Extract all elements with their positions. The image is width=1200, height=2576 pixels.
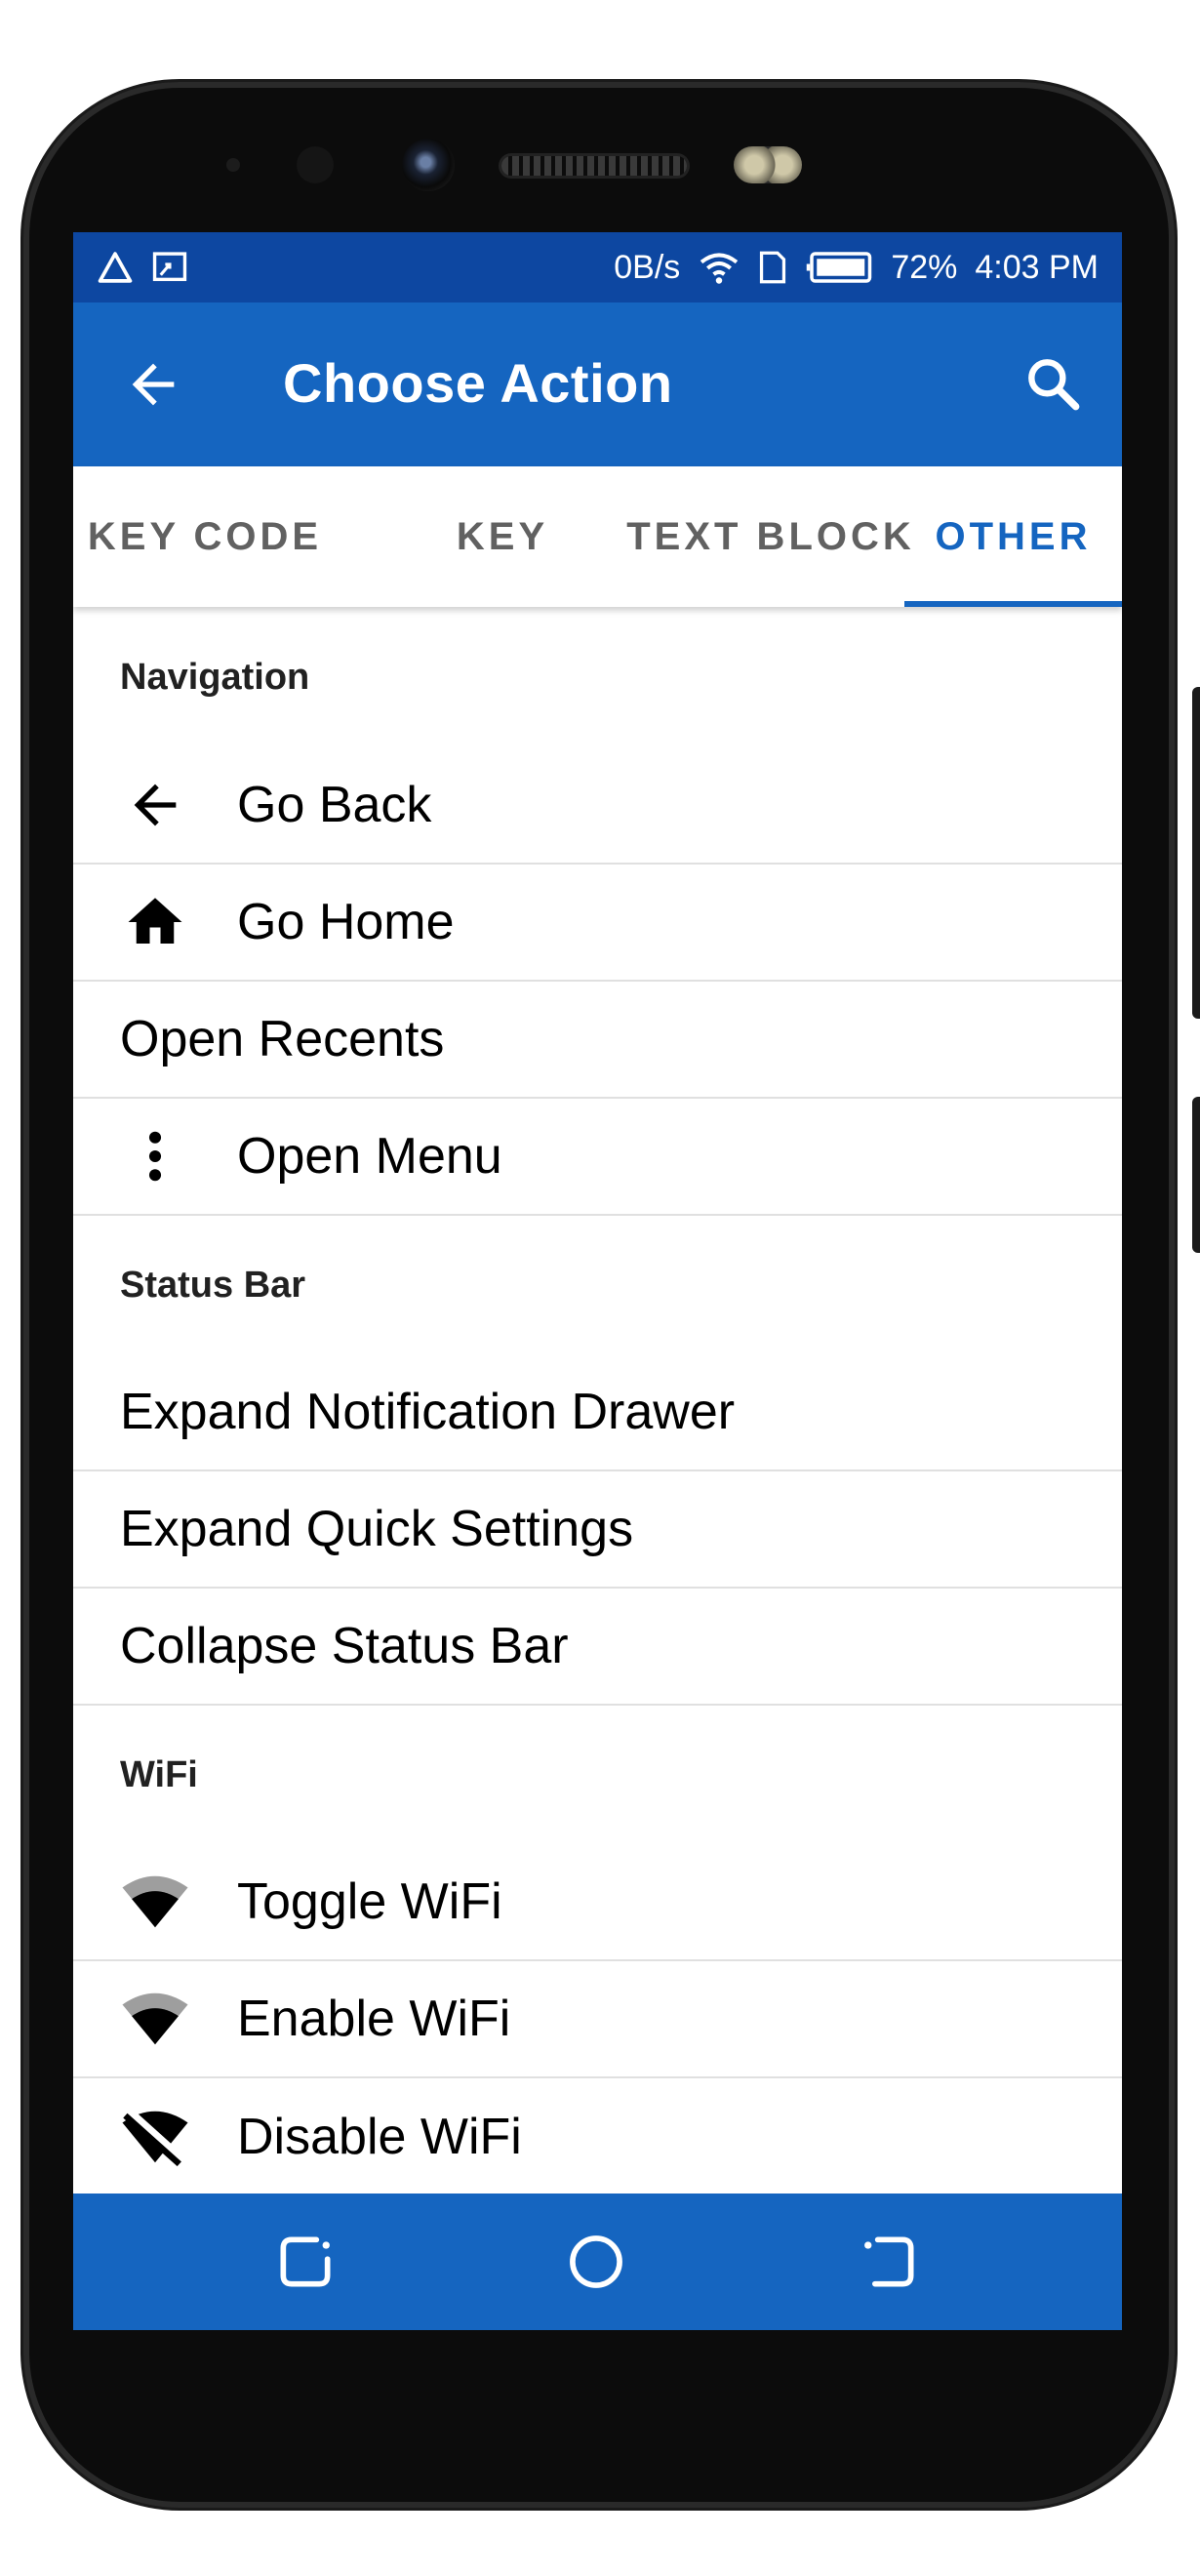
list-item-label: Collapse Status Bar xyxy=(120,1618,569,1674)
wifi-signal-icon xyxy=(700,253,739,284)
light-sensor xyxy=(297,146,334,183)
wifi-icon xyxy=(120,1867,190,1937)
search-icon[interactable] xyxy=(1022,353,1085,416)
list-item-label: Open Menu xyxy=(237,1128,502,1185)
list-item-open-recents[interactable]: Open Recents xyxy=(73,982,1122,1099)
earpiece-speaker xyxy=(501,156,687,176)
list-item-label: Go Back xyxy=(237,777,432,833)
list-item-disable-wifi[interactable]: Disable WiFi xyxy=(73,2078,1122,2195)
cast-icon xyxy=(152,252,187,282)
front-flash xyxy=(734,146,802,183)
tab-key[interactable]: KEY xyxy=(366,466,639,607)
list-item-label: Toggle WiFi xyxy=(237,1873,502,1930)
recents-nav-icon[interactable] xyxy=(272,2229,339,2295)
home-nav-icon[interactable] xyxy=(563,2229,629,2295)
battery-level: 72% xyxy=(891,248,958,286)
arrow-back-icon xyxy=(120,770,190,840)
list-item-label: Go Home xyxy=(237,894,455,950)
warning-outline-icon xyxy=(98,252,133,283)
list-item-expand-notification-drawer[interactable]: Expand Notification Drawer xyxy=(73,1354,1122,1471)
volume-button xyxy=(1192,687,1200,1019)
list-item-go-home[interactable]: Go Home xyxy=(73,865,1122,982)
network-speed: 0B/s xyxy=(614,248,681,286)
list-item-expand-quick-settings[interactable]: Expand Quick Settings xyxy=(73,1471,1122,1589)
section-header-navigation: Navigation xyxy=(120,656,310,698)
action-list: Navigation Go Back Go Home Open Recents … xyxy=(73,607,1122,2195)
list-item-label: Disable WiFi xyxy=(237,2109,522,2165)
tab-bar: KEY CODE KEY TEXT BLOCK OTHER xyxy=(73,466,1122,607)
wifi-icon xyxy=(120,1984,190,2054)
home-icon xyxy=(120,887,190,957)
wifi-off-icon xyxy=(120,2102,190,2172)
back-nav-icon[interactable] xyxy=(856,2229,922,2295)
power-button xyxy=(1192,1097,1200,1253)
front-camera xyxy=(402,139,455,191)
device-screen: 0B/s 72% 4:03 PM Choose Action KEY CODE … xyxy=(73,232,1122,2330)
tab-text-block[interactable]: TEXT BLOCK xyxy=(620,466,922,607)
page-title: Choose Action xyxy=(283,352,673,414)
status-bar: 0B/s 72% 4:03 PM xyxy=(73,232,1122,302)
tab-key-code[interactable]: KEY CODE xyxy=(73,466,337,607)
list-item-collapse-status-bar[interactable]: Collapse Status Bar xyxy=(73,1589,1122,1706)
back-arrow-icon[interactable] xyxy=(122,353,184,416)
list-item-enable-wifi[interactable]: Enable WiFi xyxy=(73,1961,1122,2078)
list-item-label: Expand Quick Settings xyxy=(120,1501,634,1557)
list-item-toggle-wifi[interactable]: Toggle WiFi xyxy=(73,1844,1122,1961)
section-header-wifi: WiFi xyxy=(120,1753,198,1795)
list-item-label: Enable WiFi xyxy=(237,1991,511,2047)
list-item-label: Open Recents xyxy=(120,1011,445,1067)
more-vert-icon xyxy=(120,1121,190,1191)
system-nav-bar xyxy=(73,2194,1122,2330)
sim-card-icon xyxy=(760,251,786,284)
proximity-sensor xyxy=(226,158,240,172)
list-item-label: Expand Notification Drawer xyxy=(120,1384,736,1440)
clock: 4:03 PM xyxy=(975,248,1099,286)
app-bar: Choose Action xyxy=(73,302,1122,466)
tab-other[interactable]: OTHER xyxy=(904,466,1122,607)
list-item-go-back[interactable]: Go Back xyxy=(73,747,1122,865)
list-item-open-menu[interactable]: Open Menu xyxy=(73,1099,1122,1216)
section-header-status-bar: Status Bar xyxy=(120,1264,306,1306)
battery-icon xyxy=(807,252,872,283)
